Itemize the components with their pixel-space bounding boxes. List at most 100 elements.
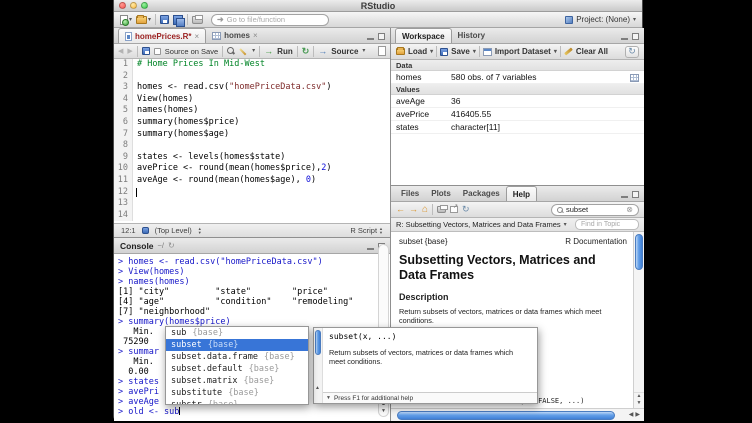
load-workspace-icon <box>396 48 405 55</box>
object-value: 580 obs. of 7 variables <box>451 72 537 82</box>
back-icon[interactable]: ← <box>396 205 405 214</box>
help-search-input[interactable]: subset ⊗ <box>551 204 639 216</box>
project-menu-button[interactable]: Project: (None) ▾ <box>565 15 636 24</box>
home-icon[interactable]: ⌂ <box>422 205 428 215</box>
autocomplete-item[interactable]: subset.data.frame {base} <box>166 351 308 363</box>
run-icon[interactable]: → <box>264 47 273 56</box>
source-tab[interactable]: homePrices.R* × <box>118 28 206 43</box>
print-icon[interactable] <box>437 206 446 213</box>
goto-file-input[interactable]: ➜ Go to file/function <box>211 14 329 26</box>
print-button[interactable] <box>192 16 203 24</box>
help-tab[interactable]: Packages <box>457 186 506 201</box>
autocomplete-item[interactable]: substr {base} <box>166 399 308 405</box>
autocomplete-item[interactable]: substitute {base} <box>166 387 308 399</box>
source-tab[interactable]: homes × <box>206 28 263 43</box>
minimize-pane-icon[interactable] <box>621 38 628 40</box>
import-dataset-button[interactable]: Import Dataset <box>495 47 551 56</box>
minimize-pane-icon[interactable] <box>367 38 374 40</box>
workspace-tab[interactable]: History <box>452 28 492 43</box>
save-button[interactable]: Save <box>451 47 470 56</box>
zoom-window-button[interactable] <box>141 2 148 9</box>
clear-all-button[interactable]: Clear All <box>576 47 608 56</box>
scroll-down-icon[interactable]: ▼ <box>326 395 331 401</box>
scrollbar-thumb[interactable] <box>397 411 615 420</box>
open-in-new-window-icon[interactable] <box>450 206 458 213</box>
minimize-pane-icon[interactable] <box>367 248 374 250</box>
maximize-pane-icon[interactable] <box>632 33 639 40</box>
code-editor[interactable]: 1 # Home Prices In Mid-West 2 3 homes <-… <box>114 59 390 223</box>
object-name: aveAge <box>391 96 451 106</box>
view-data-icon[interactable] <box>630 74 639 82</box>
help-horizontal-scrollbar[interactable]: ◀▶ <box>391 408 644 421</box>
object-row[interactable]: aveAge 36 <box>391 95 644 108</box>
new-file-button[interactable]: ▾ <box>120 15 132 25</box>
working-directory: ~/ <box>158 241 164 250</box>
scrollbar-thumb[interactable] <box>315 330 321 355</box>
save-all-button[interactable] <box>173 15 183 25</box>
minimize-pane-icon[interactable] <box>621 196 628 198</box>
clear-search-icon[interactable]: ⊗ <box>626 205 633 214</box>
refresh-workspace-button[interactable]: ↻ <box>625 46 639 58</box>
back-icon[interactable]: ◀ <box>118 47 123 55</box>
help-tab[interactable]: Help <box>506 186 537 201</box>
autocomplete-popup[interactable]: sub {base} subset {base} subset.data.fra… <box>165 326 309 405</box>
object-name: homes <box>391 72 451 82</box>
line-number: 13 <box>114 198 133 210</box>
section-header: Values <box>391 84 644 95</box>
load-button[interactable]: Load <box>408 47 427 56</box>
run-button[interactable]: Run <box>277 47 293 56</box>
find-in-topic-input[interactable]: Find in Topic <box>575 219 639 230</box>
autocomplete-item[interactable]: subset.default {base} <box>166 363 308 375</box>
function-signature: subset(x, ...) <box>329 332 531 341</box>
divider <box>259 46 260 57</box>
object-value: 416405.55 <box>451 109 491 119</box>
refresh-icon[interactable]: ↻ <box>462 204 470 215</box>
object-row[interactable]: states character[11] <box>391 121 644 134</box>
help-tab[interactable]: Plots <box>425 186 457 201</box>
source-on-save-checkbox[interactable] <box>154 48 161 55</box>
save-icon[interactable] <box>142 47 150 55</box>
object-row[interactable]: homes 580 obs. of 7 variables <box>391 71 644 84</box>
scroll-up-icon[interactable]: ▲ <box>315 385 320 391</box>
minimize-window-button[interactable] <box>130 2 137 9</box>
autocomplete-item[interactable]: subset {base} <box>166 339 308 351</box>
code-tools-icon[interactable] <box>239 47 248 56</box>
refresh-icon: ↻ <box>628 46 636 57</box>
maximize-pane-icon[interactable] <box>378 33 385 40</box>
autocomplete-item[interactable]: sub {base} <box>166 327 308 339</box>
object-row[interactable]: avePrice 416405.55 <box>391 108 644 121</box>
find-icon[interactable] <box>227 47 235 55</box>
compile-notebook-icon[interactable] <box>378 46 386 56</box>
import-dataset-icon <box>483 48 492 56</box>
code-text: summary(homes$price) <box>133 117 239 129</box>
doc-type-selector[interactable]: R Script <box>350 226 377 235</box>
open-file-button[interactable]: ▾ <box>136 16 151 24</box>
rerun-icon[interactable]: ↻ <box>302 47 310 56</box>
close-tab-icon[interactable]: × <box>194 32 199 41</box>
scope-selector[interactable]: (Top Level) <box>155 226 192 235</box>
scrollbar-thumb[interactable] <box>635 234 643 270</box>
tooltip-scrollbar[interactable]: ▲ <box>314 328 323 403</box>
maximize-pane-icon[interactable] <box>632 191 639 198</box>
close-tab-icon[interactable]: × <box>253 31 258 40</box>
help-vertical-scrollbar[interactable]: ▲▼ <box>633 232 644 408</box>
workspace-section: Data homes 580 obs. of 7 variables <box>391 60 644 84</box>
save-button[interactable] <box>160 15 169 24</box>
code-text <box>133 198 137 210</box>
autocomplete-item[interactable]: subset.matrix {base} <box>166 375 308 387</box>
forward-icon[interactable]: ▶ <box>127 47 132 55</box>
code-text: names(homes) <box>133 105 198 117</box>
source-button[interactable]: Source <box>331 47 358 56</box>
console-line: > names(homes) <box>118 277 390 287</box>
topic-selector[interactable]: R: Subsetting Vectors, Matrices and Data… <box>396 220 561 229</box>
scrollbar-arrows-icon[interactable]: ▲▼ <box>634 392 644 407</box>
help-tab[interactable]: Files <box>395 186 425 201</box>
search-value: subset <box>566 205 623 214</box>
workspace-tab[interactable]: Workspace <box>395 28 452 43</box>
working-directory-icon[interactable]: ↻ <box>168 241 175 250</box>
close-window-button[interactable] <box>119 2 126 9</box>
source-icon[interactable]: → <box>318 47 327 56</box>
code-line: 3 homes <- read.csv("homePriceData.csv") <box>114 82 390 94</box>
scrollbar-arrows-icon[interactable]: ◀▶ <box>629 411 642 418</box>
forward-icon[interactable]: → <box>409 205 418 214</box>
